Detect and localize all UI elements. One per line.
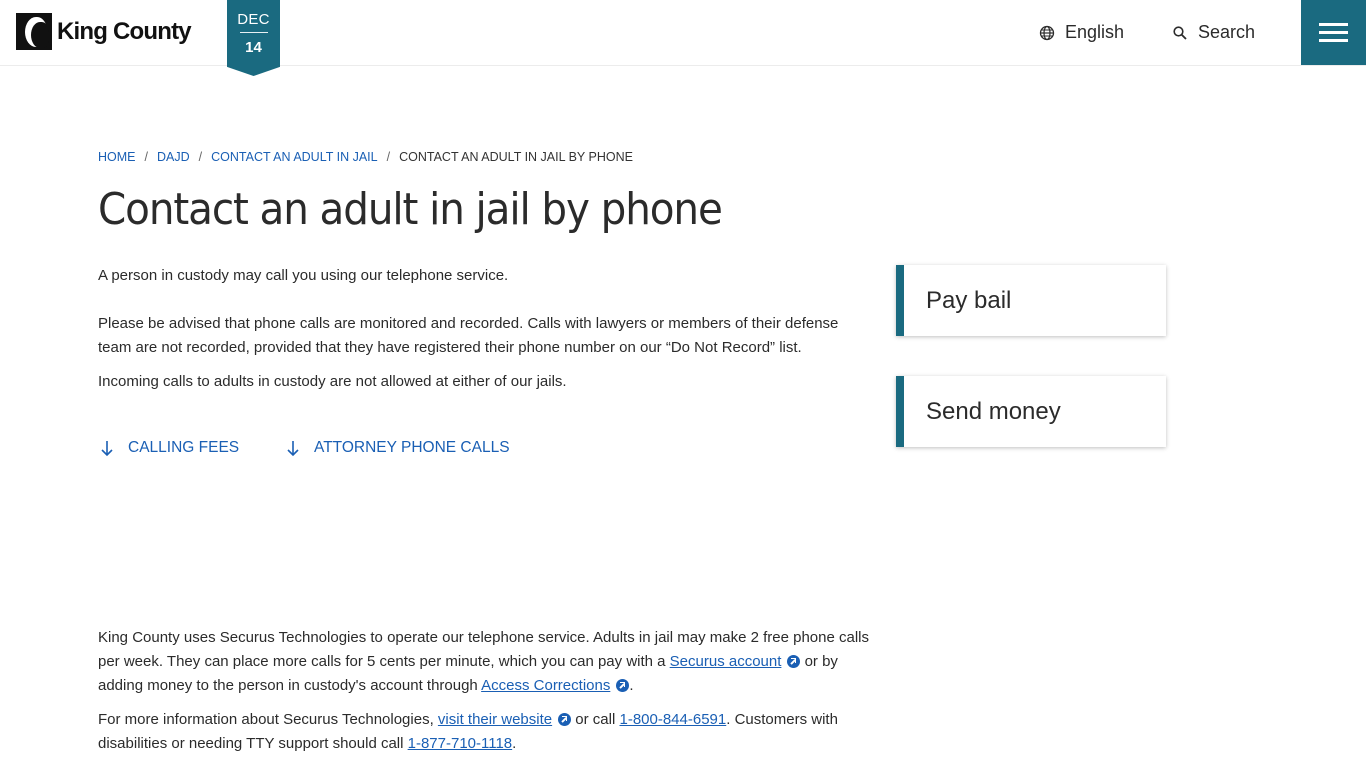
king-county-logo[interactable]: King County <box>16 13 192 50</box>
breadcrumb-separator: / <box>386 150 391 164</box>
breadcrumb-dajd[interactable]: DAJD <box>157 150 190 164</box>
intro-paragraph: A person in custody may call you using o… <box>98 264 873 288</box>
search-button[interactable]: Search <box>1172 22 1255 43</box>
language-selector[interactable]: English <box>1039 22 1124 43</box>
hamburger-menu-button[interactable] <box>1301 0 1366 65</box>
site-header: King County DEC 14 English Search <box>0 0 1366 76</box>
external-link-icon <box>558 713 572 726</box>
search-icon <box>1173 25 1187 40</box>
tty-phone-link[interactable]: 1-877-710-1118 <box>408 735 513 752</box>
jump-link-attorney-phone-calls[interactable]: ATTORNEY PHONE CALLS <box>286 439 510 457</box>
breadcrumb-current: CONTACT AN ADULT IN JAIL BY PHONE <box>399 150 633 164</box>
hamburger-icon <box>1319 23 1348 26</box>
breadcrumb-separator: / <box>198 150 203 164</box>
incoming-calls-text: Incoming calls to adults in custody are … <box>98 373 567 390</box>
intro-text: A person in custody may call you using o… <box>98 267 509 284</box>
incoming-calls-paragraph: Incoming calls to adults in custody are … <box>98 370 873 394</box>
external-link-icon <box>616 679 630 692</box>
pay-bail-label: Pay bail <box>926 286 1012 314</box>
monitoring-paragraph: Please be advised that phone calls are m… <box>98 312 873 360</box>
monitoring-text: Please be advised that phone calls are m… <box>98 315 839 356</box>
access-corrections-link[interactable]: Access Corrections <box>481 677 610 694</box>
date-month: DEC <box>237 11 270 28</box>
language-label: English <box>1065 22 1125 42</box>
arrow-down-icon <box>101 441 113 457</box>
globe-icon <box>1039 25 1055 40</box>
jump-link-label: CALLING FEES <box>128 439 240 456</box>
securus-phone-link[interactable]: 1-800-844-6591 <box>619 711 726 728</box>
date-divider <box>239 32 268 33</box>
send-money-label: Send money <box>926 397 1061 425</box>
mlk-logo-icon <box>16 13 52 50</box>
breadcrumb-home[interactable]: HOME <box>98 150 136 164</box>
arrow-down-icon <box>287 441 299 457</box>
jump-link-calling-fees[interactable]: CALLING FEES <box>100 439 239 457</box>
external-link-icon <box>787 655 801 668</box>
pay-bail-card[interactable]: Pay bail <box>896 265 1166 336</box>
more-info-paragraph: For more information about Securus Techn… <box>98 711 838 752</box>
breadcrumb-separator: / <box>144 150 148 164</box>
securus-account-link[interactable]: Securus account <box>670 653 782 670</box>
calling-fees-paragraph: King County uses Securus Technologies to… <box>98 629 870 694</box>
logo-text: King County <box>57 17 192 45</box>
send-money-card[interactable]: Send money <box>896 376 1166 447</box>
date-day: 14 <box>245 39 262 56</box>
securus-website-link[interactable]: visit their website <box>438 711 552 728</box>
breadcrumb-contact-adult-in-jail[interactable]: CONTACT AN ADULT IN JAIL <box>211 150 377 164</box>
date-badge: DEC 14 <box>227 0 280 76</box>
search-label: Search <box>1198 22 1256 42</box>
breadcrumb: HOME / DAJD / CONTACT AN ADULT IN JAIL /… <box>98 150 633 164</box>
page-title: Contact an adult in jail by phone <box>98 184 723 235</box>
jump-link-label: ATTORNEY PHONE CALLS <box>314 439 510 456</box>
